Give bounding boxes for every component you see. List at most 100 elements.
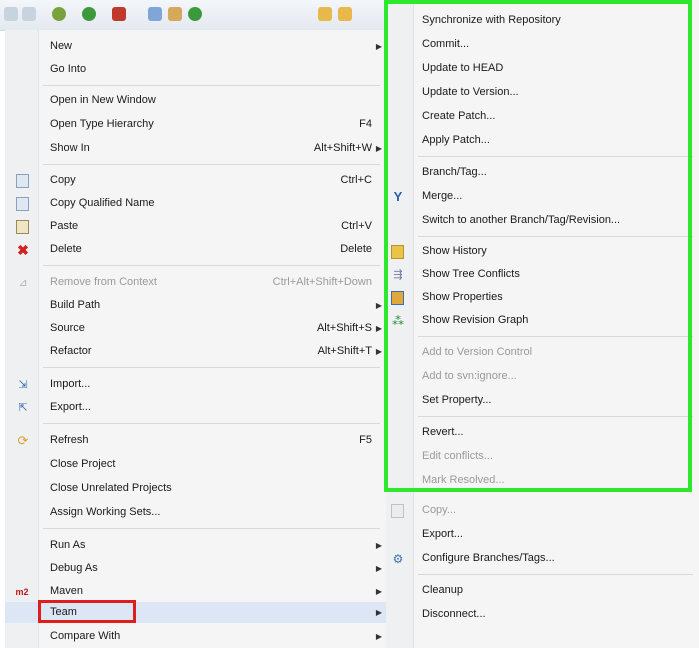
open-folder-icon[interactable]: [318, 7, 332, 21]
menu-separator: [418, 336, 693, 337]
menu-item-label: Go Into: [50, 63, 87, 75]
menu-item-compare-with[interactable]: Compare With ▶: [5, 626, 386, 647]
menu-item-set-property[interactable]: Set Property...: [386, 390, 699, 411]
new-class-icon[interactable]: [188, 7, 202, 21]
menu-separator: [418, 574, 693, 575]
menu-item-label: Add to svn:ignore...: [422, 370, 517, 382]
external-tools-icon[interactable]: [112, 7, 126, 21]
menu-item-new[interactable]: New ▶: [5, 36, 386, 57]
menu-item-open-new-window[interactable]: Open in New Window: [5, 90, 386, 111]
menu-item-go-into[interactable]: Go Into: [5, 59, 386, 80]
menu-item-refactor[interactable]: Refactor Alt+Shift+T ▶: [5, 341, 386, 362]
menu-item-refresh[interactable]: ⟳ Refresh F5: [5, 430, 386, 451]
menu-item-configure-branches-tags[interactable]: ⚙ Configure Branches/Tags...: [386, 548, 699, 569]
menu-item-label: Run As: [50, 539, 86, 551]
menu-item-label: Update to HEAD: [422, 62, 504, 74]
menu-item-label: Switch to another Branch/Tag/Revision...: [422, 214, 621, 226]
menu-item-label: Maven: [50, 585, 84, 597]
menu-item-copy[interactable]: Copy...: [386, 500, 699, 521]
menu-item-label: Refresh: [50, 434, 89, 446]
menu-item-merge[interactable]: Y Merge...: [386, 186, 699, 207]
menu-item-show-revision-graph[interactable]: ⁂ Show Revision Graph: [386, 310, 699, 331]
menu-item-disconnect[interactable]: Disconnect...: [386, 604, 699, 625]
menu-item-revert[interactable]: Revert...: [386, 422, 699, 443]
menu-item-label: Source: [50, 322, 85, 334]
menu-item-cleanup[interactable]: Cleanup: [386, 580, 699, 601]
menu-item-show-history[interactable]: Show History: [386, 241, 699, 262]
menu-item-label: Add to Version Control: [422, 346, 533, 358]
menu-item-debug-as[interactable]: Debug As ▶: [5, 558, 386, 579]
menu-item-label: Remove from Context: [50, 276, 157, 288]
menu-item-create-patch[interactable]: Create Patch...: [386, 106, 699, 127]
menu-item-run-as[interactable]: Run As ▶: [5, 535, 386, 556]
menu-item-remove-from-context[interactable]: ⊿ Remove from Context Ctrl+Alt+Shift+Dow…: [5, 272, 386, 293]
tree-conflicts-icon: ⇶: [393, 269, 403, 281]
menu-item-edit-conflicts[interactable]: Edit conflicts...: [386, 446, 699, 467]
menu-item-update-to-head[interactable]: Update to HEAD: [386, 58, 699, 79]
shortcut-text: Alt+Shift+T: [317, 345, 372, 357]
submenu-arrow-icon: ▶: [375, 144, 382, 153]
menu-item-branch-tag[interactable]: Branch/Tag...: [386, 162, 699, 183]
import-icon: ⇲: [18, 379, 28, 391]
menu-item-label: Copy: [50, 174, 76, 186]
menu-item-add-to-version-control[interactable]: Add to Version Control: [386, 342, 699, 363]
shortcut-text: Ctrl+Alt+Shift+Down: [272, 276, 372, 288]
menu-item-close-project[interactable]: Close Project: [5, 454, 386, 475]
run-icon[interactable]: [82, 7, 96, 21]
menu-item-label: Debug As: [50, 562, 98, 574]
menu-item-export[interactable]: ⇱ Export...: [5, 397, 386, 418]
refresh-icon: ⟳: [17, 433, 29, 448]
new-java-project-icon[interactable]: [148, 7, 162, 21]
menu-item-show-properties[interactable]: Show Properties: [386, 287, 699, 308]
menu-separator: [43, 164, 380, 165]
new-package-icon[interactable]: [168, 7, 182, 21]
debug-icon[interactable]: [52, 7, 66, 21]
menu-item-apply-patch[interactable]: Apply Patch...: [386, 130, 699, 151]
menu-item-label: Refactor: [50, 345, 92, 357]
menu-item-paste[interactable]: Paste Ctrl+V: [5, 216, 386, 237]
eclipse-toolbar: [0, 0, 386, 31]
maven-icon: m2: [15, 587, 29, 597]
menu-item-show-tree-conflicts[interactable]: ⇶ Show Tree Conflicts: [386, 264, 699, 285]
submenu-arrow-icon: ▶: [375, 608, 382, 617]
configure-branches-icon: ⚙: [392, 552, 404, 566]
menu-item-label: Team: [50, 606, 77, 618]
submenu-arrow-icon: ▶: [375, 347, 382, 356]
menu-item-update-to-version[interactable]: Update to Version...: [386, 82, 699, 103]
menu-item-copy-qualified-name[interactable]: Copy Qualified Name: [5, 193, 386, 214]
menu-item-copy[interactable]: Copy Ctrl+C: [5, 170, 386, 191]
menu-item-switch-branch[interactable]: Switch to another Branch/Tag/Revision...: [386, 210, 699, 231]
menu-item-build-path[interactable]: Build Path ▶: [5, 295, 386, 316]
shortcut-text: F4: [359, 118, 372, 130]
menu-separator: [418, 416, 693, 417]
menu-separator: [43, 85, 380, 86]
menu-item-synchronize[interactable]: Synchronize with Repository: [386, 10, 699, 31]
menu-item-close-unrelated-projects[interactable]: Close Unrelated Projects: [5, 478, 386, 499]
menu-item-show-in[interactable]: Show In Alt+Shift+W ▶: [5, 138, 386, 159]
menu-item-label: Edit conflicts...: [422, 450, 493, 462]
menu-item-label: Configure Branches/Tags...: [422, 552, 555, 564]
menu-item-open-type-hierarchy[interactable]: Open Type Hierarchy F4: [5, 114, 386, 135]
menu-item-import[interactable]: ⇲ Import...: [5, 374, 386, 395]
menu-item-source[interactable]: Source Alt+Shift+S ▶: [5, 318, 386, 339]
toolbar-icon-2[interactable]: [22, 7, 36, 21]
menu-item-maven[interactable]: m2 Maven ▶: [5, 581, 386, 602]
menu-item-mark-resolved[interactable]: Mark Resolved...: [386, 470, 699, 491]
open-folder-2-icon[interactable]: [338, 7, 352, 21]
menu-item-label: Commit...: [422, 38, 470, 50]
menu-item-assign-working-sets[interactable]: Assign Working Sets...: [5, 502, 386, 523]
menu-item-label: Assign Working Sets...: [50, 506, 161, 518]
menu-item-label: Merge...: [422, 190, 463, 202]
menu-item-label: Apply Patch...: [422, 134, 490, 146]
menu-item-label: Disconnect...: [422, 608, 486, 620]
menu-item-export[interactable]: Export...: [386, 524, 699, 545]
menu-item-label: Show Revision Graph: [422, 314, 529, 326]
shortcut-text: Delete: [340, 243, 372, 255]
menu-item-add-to-svnignore[interactable]: Add to svn:ignore...: [386, 366, 699, 387]
menu-item-delete[interactable]: ✖ Delete Delete: [5, 239, 386, 260]
menu-item-commit[interactable]: Commit...: [386, 34, 699, 55]
shortcut-text: Ctrl+V: [341, 220, 372, 232]
menu-item-team[interactable]: Team ▶: [5, 602, 386, 623]
toolbar-icon-1[interactable]: [4, 7, 18, 21]
team-submenu: Synchronize with Repository Commit... Up…: [386, 0, 699, 648]
